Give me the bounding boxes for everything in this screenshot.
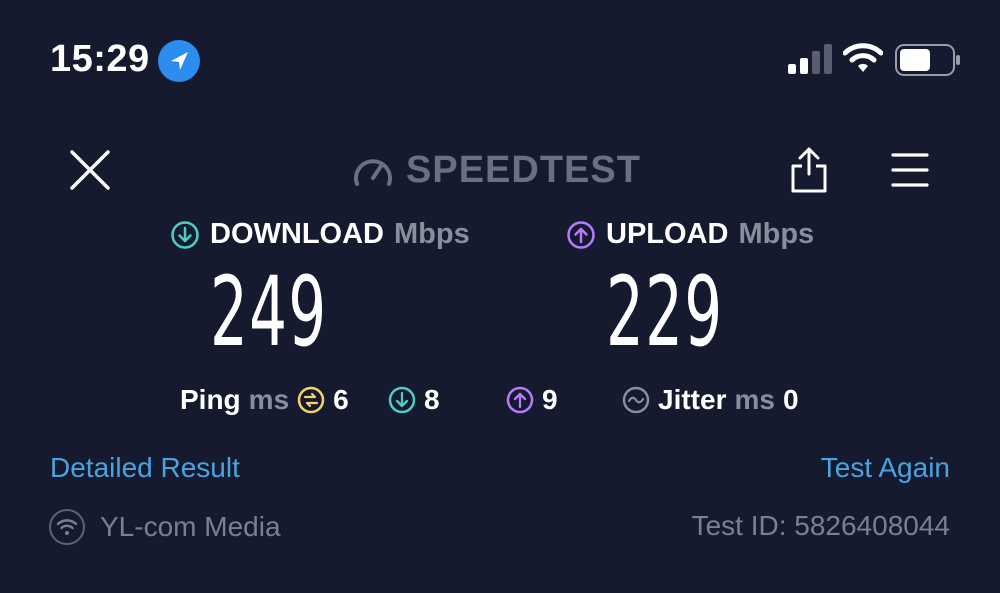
provider-name: YL-com Media [100,511,281,542]
download-header: DOWNLOAD Mbps [170,218,470,251]
download-arrow-icon [171,220,199,249]
ping-upload: 9 [506,380,558,420]
menu-button[interactable] [890,150,930,195]
provider-info: YL-com Media [48,508,281,546]
test-again-link[interactable]: Test Again [821,452,950,484]
ping-upload-value: 9 [542,384,558,415]
battery-icon [895,44,961,81]
share-button[interactable] [788,146,830,199]
share-icon [791,147,827,193]
speedtest-logo: SPEEDTEST [352,148,641,191]
upload-unit: Mbps [738,218,815,250]
test-id: Test ID: 5826408044 [691,510,950,541]
cellular-signal-icon [788,44,834,79]
ping-upload-icon [506,386,534,414]
ping-idle-icon [297,386,325,414]
status-time: 15:29 [50,38,150,80]
speedtest-gauge-icon [354,159,392,186]
ping-jitter-row: Ping ms 6 8 9 Jitter ms 0 [180,380,840,420]
ping-idle: Ping ms 6 [180,380,349,420]
ping-download-value: 8 [424,384,440,415]
jitter-icon [622,386,650,414]
close-icon [70,150,110,190]
upload-label: UPLOAD [606,218,729,250]
location-arrow-icon [158,40,200,82]
download-unit: Mbps [393,218,470,250]
close-button[interactable] [68,148,112,192]
ping-label: Ping [180,384,241,415]
jitter: Jitter ms 0 [622,380,799,420]
upload-header: UPLOAD Mbps [566,218,814,251]
upload-arrow-icon [567,220,595,249]
ping-unit: ms [248,384,290,415]
jitter-value: 0 [782,384,799,415]
detailed-result-link[interactable]: Detailed Result [50,452,240,484]
ping-idle-value: 6 [333,384,349,415]
logo-text: SPEEDTEST [406,148,641,191]
jitter-unit: ms [734,384,775,415]
upload-value: 229 [606,256,724,368]
ping-download: 8 [388,380,440,420]
download-value: 249 [210,256,328,368]
wifi-provider-icon [49,509,85,545]
download-label: DOWNLOAD [210,218,384,250]
menu-icon [891,153,929,187]
jitter-label: Jitter [658,384,727,415]
wifi-icon [842,42,884,79]
ping-download-icon [388,386,416,414]
